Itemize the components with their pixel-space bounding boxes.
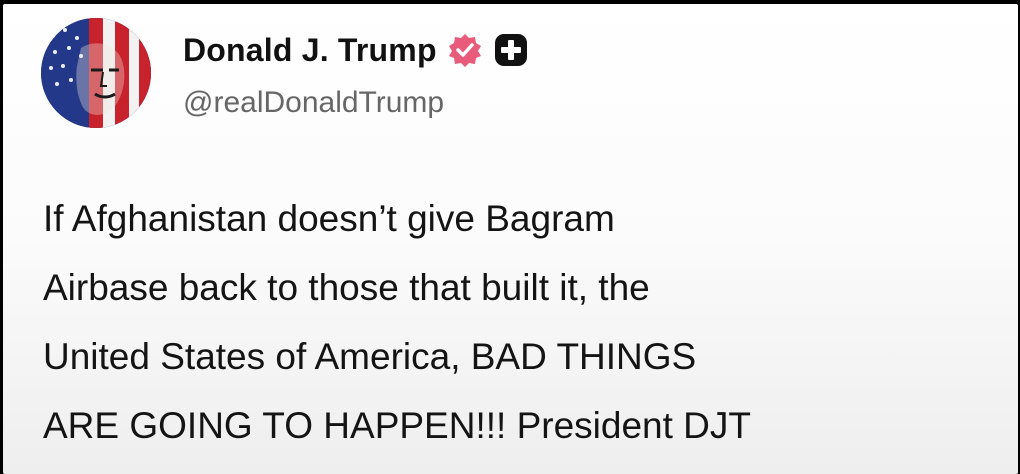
post-text-line: Airbase back to those that built it, the bbox=[43, 267, 650, 308]
verified-badge-icon bbox=[447, 32, 483, 68]
avatar-image bbox=[41, 18, 151, 128]
post-text-line: If Afghanistan doesn’t give Bagram bbox=[43, 198, 615, 239]
post-card: Donald J. Trump @realDonaldTrump If Afgh… bbox=[3, 4, 1018, 474]
screenshot-frame: Donald J. Trump @realDonaldTrump If Afgh… bbox=[0, 0, 1020, 474]
avatar[interactable] bbox=[41, 18, 151, 128]
post-text-line: United States of America, BAD THINGS bbox=[43, 336, 697, 377]
author-name-row: Donald J. Trump bbox=[183, 28, 529, 72]
author-handle[interactable]: @realDonaldTrump bbox=[183, 86, 444, 120]
post-text: If Afghanistan doesn’t give Bagram Airba… bbox=[43, 184, 1003, 460]
plus-badge-icon bbox=[493, 32, 529, 68]
author-display-name[interactable]: Donald J. Trump bbox=[183, 32, 437, 69]
post-text-line: ARE GOING TO HAPPEN!!! President DJT bbox=[43, 405, 751, 446]
